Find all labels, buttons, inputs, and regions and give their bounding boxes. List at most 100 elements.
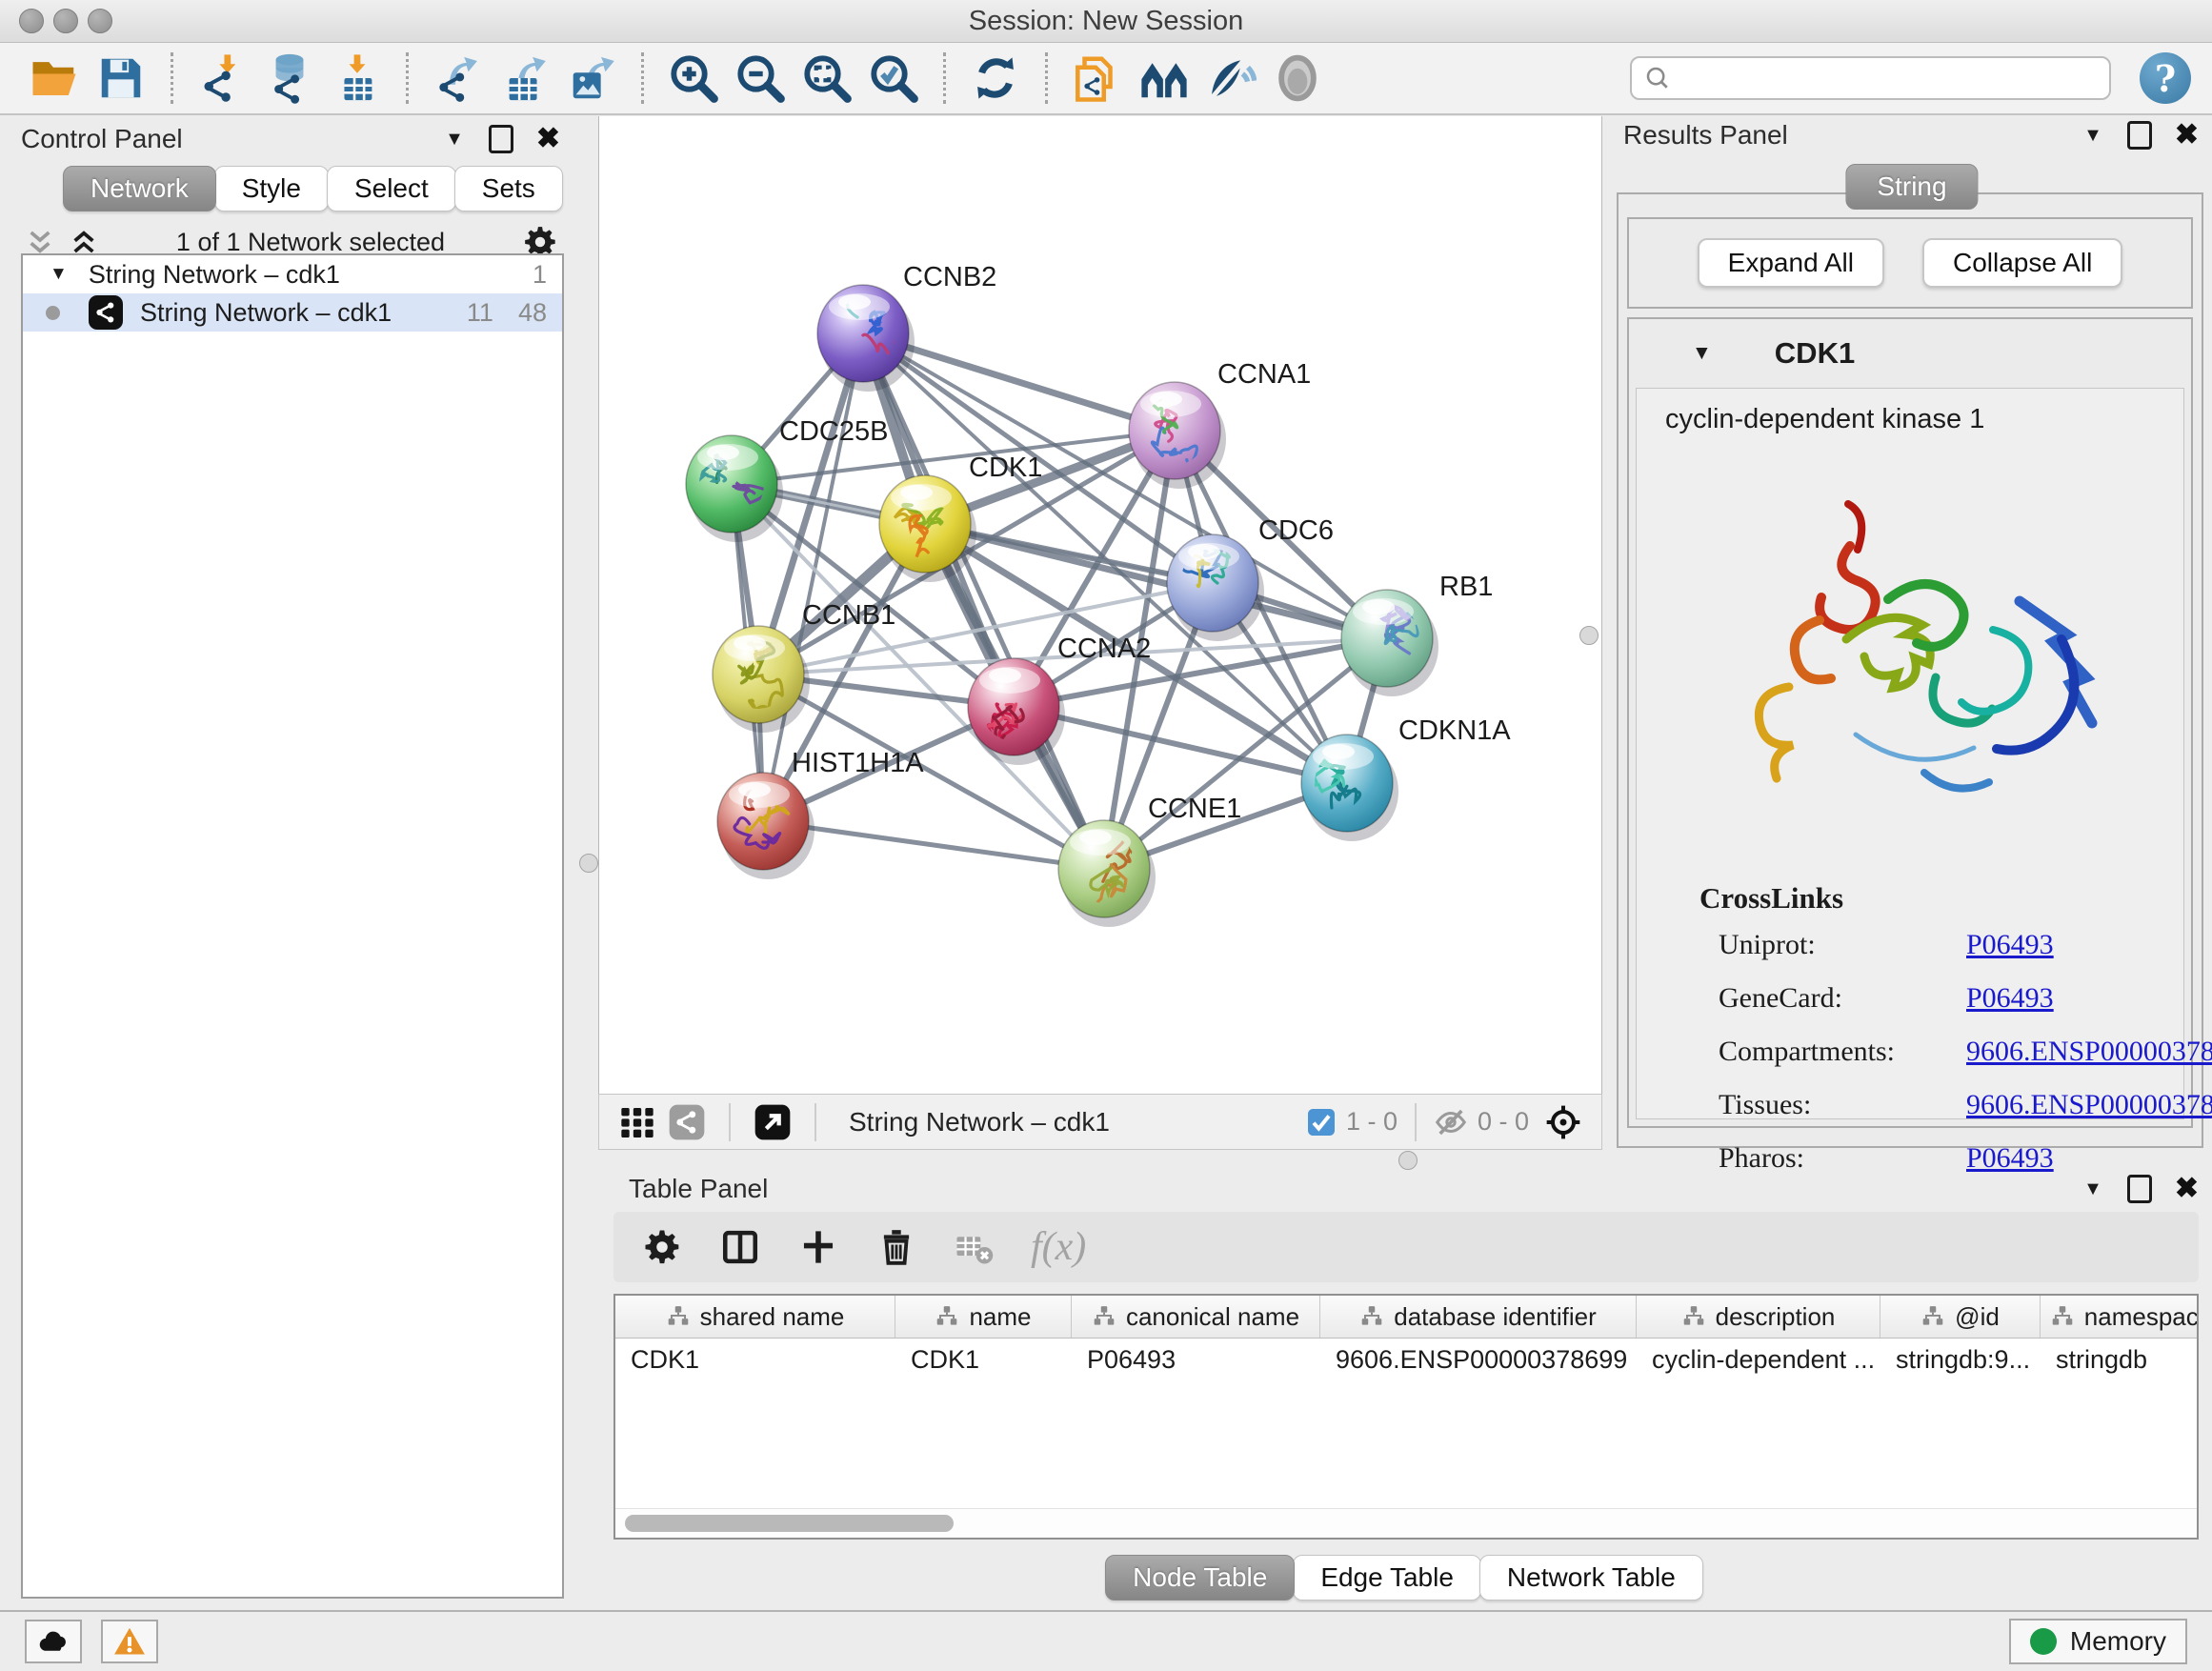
crosslink-link[interactable]: P06493 [1966, 982, 2054, 1015]
column-header-description[interactable]: description [1637, 1296, 1880, 1338]
apply-layout-button[interactable] [967, 50, 1024, 107]
tab-network-table[interactable]: Network Table [1479, 1555, 1703, 1601]
toolbar-separator [1045, 52, 1048, 104]
cell-canonical-name[interactable]: P06493 [1072, 1345, 1320, 1375]
import-network-database-button[interactable] [261, 50, 318, 107]
crosslink-link[interactable]: 9606.ENSP00000378699 [1966, 1036, 2212, 1068]
network-current-dot-icon [46, 306, 60, 320]
tab-edge-table[interactable]: Edge Table [1293, 1555, 1481, 1601]
tab-string[interactable]: String [1845, 164, 1978, 210]
zoom-fit-button[interactable] [798, 50, 855, 107]
network-collection-row[interactable]: ▼ String Network – cdk1 1 [23, 255, 562, 293]
panel-close-icon[interactable]: ✖ [536, 125, 560, 153]
network-canvas[interactable]: CCNB2CCNA1CDC25BCDK1CDC6RB1CCNB1CCNA2CDK… [599, 116, 1601, 1094]
collapse-all-button[interactable]: Collapse All [1922, 238, 2122, 288]
birdseye-toggle-button[interactable] [1542, 1101, 1584, 1143]
network-view-mode-button[interactable] [666, 1101, 708, 1143]
tab-sets[interactable]: Sets [454, 166, 563, 211]
selected-checkbox-icon[interactable] [1306, 1107, 1337, 1137]
function-builder-button[interactable]: f(x) [1031, 1224, 1086, 1270]
horizontal-scrollbar[interactable] [615, 1508, 2197, 1538]
crosslink-link[interactable]: P06493 [1966, 929, 2054, 961]
export-image-button[interactable] [563, 50, 620, 107]
column-header-namespace[interactable]: namespace [2041, 1296, 2199, 1338]
splitter-handle[interactable] [1579, 626, 1599, 645]
delete-column-button[interactable] [875, 1225, 918, 1269]
export-table-button[interactable] [496, 50, 553, 107]
network-node-CCNA1[interactable] [1129, 382, 1226, 489]
table-options-button[interactable] [640, 1225, 684, 1269]
cell-namespace[interactable]: stringdb [2041, 1345, 2199, 1375]
splitter-handle[interactable] [579, 854, 598, 873]
panel-close-icon[interactable]: ✖ [2175, 121, 2199, 150]
panel-close-icon[interactable]: ✖ [2175, 1175, 2199, 1203]
column-header-id[interactable]: @id [1880, 1296, 2041, 1338]
panel-float-icon[interactable] [2127, 1175, 2152, 1203]
column-header-database-identifier[interactable]: database identifier [1320, 1296, 1637, 1338]
network-node-RB1[interactable] [1341, 590, 1438, 696]
cell-name[interactable]: CDK1 [895, 1345, 1072, 1375]
column-header-canonical-name[interactable]: canonical name [1072, 1296, 1320, 1338]
delete-table-button[interactable] [953, 1225, 996, 1269]
tab-node-table[interactable]: Node Table [1105, 1555, 1295, 1601]
import-network-file-button[interactable] [194, 50, 251, 107]
import-table-file-button[interactable] [328, 50, 385, 107]
splitter-handle[interactable] [1398, 1151, 1418, 1170]
cloud-status-button[interactable] [25, 1620, 82, 1663]
panel-collapse-icon[interactable]: ▼ [2083, 125, 2102, 147]
titlebar: Session: New Session [0, 0, 2212, 43]
network-edge[interactable] [863, 333, 1104, 869]
cell-description[interactable]: cyclin-dependent ... [1637, 1345, 1880, 1375]
create-column-button[interactable] [796, 1225, 840, 1269]
first-neighbors-button[interactable] [1136, 50, 1193, 107]
zoom-out-button[interactable] [732, 50, 789, 107]
show-columns-button[interactable] [718, 1225, 762, 1269]
table-row[interactable]: CDK1 CDK1 P06493 9606.ENSP00000378699 cy… [615, 1339, 2197, 1380]
search-field[interactable] [1630, 56, 2111, 100]
column-header-shared-name[interactable]: shared name [615, 1296, 895, 1338]
network-node-CDC25B[interactable] [686, 435, 783, 542]
network-view[interactable]: CCNB2CCNA1CDC25BCDK1CDC6RB1CCNB1CCNA2CDK… [598, 116, 1602, 1094]
open-session-button[interactable] [26, 50, 83, 107]
cell-database-identifier[interactable]: 9606.ENSP00000378699 [1320, 1345, 1637, 1375]
panel-collapse-icon[interactable]: ▼ [445, 129, 464, 151]
memory-indicator[interactable]: Memory [2009, 1619, 2187, 1664]
warnings-button[interactable] [101, 1620, 158, 1663]
export-network-button[interactable] [430, 50, 487, 107]
entry-caret-icon[interactable]: ▼ [1692, 342, 1712, 365]
expand-all-button[interactable]: Expand All [1698, 238, 1884, 288]
network-node-CDK1[interactable] [879, 475, 976, 582]
duplicate-network-button[interactable] [1069, 50, 1126, 107]
network-row-selected[interactable]: String Network – cdk1 11 48 [23, 293, 562, 332]
node-label-HIST1H1A: HIST1H1A [792, 748, 924, 778]
search-input[interactable] [1681, 63, 2098, 94]
network-node-HIST1H1A[interactable] [717, 764, 814, 879]
zoom-selected-button[interactable] [865, 50, 922, 107]
hidden-eye-icon[interactable] [1434, 1105, 1468, 1139]
panel-collapse-icon[interactable]: ▼ [2083, 1178, 2102, 1200]
birds-eye-view-button[interactable] [1269, 50, 1326, 107]
save-session-button[interactable] [92, 50, 150, 107]
database-network-icon [264, 52, 315, 104]
crosslink-link[interactable]: 9606.ENSP00000378699 [1966, 1089, 2212, 1121]
cell-shared-name[interactable]: CDK1 [615, 1345, 895, 1375]
collection-caret-icon[interactable]: ▼ [50, 264, 68, 285]
column-header-name[interactable]: name [895, 1296, 1072, 1338]
tab-network[interactable]: Network [63, 166, 216, 211]
grid-view-button[interactable] [616, 1101, 658, 1143]
cell-id[interactable]: stringdb:9... [1880, 1345, 2041, 1375]
network-node-CDC6[interactable] [1167, 528, 1264, 641]
tab-style[interactable]: Style [214, 166, 329, 211]
panel-float-icon[interactable] [2127, 121, 2152, 150]
detach-view-button[interactable] [752, 1101, 794, 1143]
network-node-CDKN1A[interactable] [1301, 735, 1398, 841]
scrollbar-thumb[interactable] [625, 1515, 954, 1532]
zoom-in-button[interactable] [665, 50, 722, 107]
help-button[interactable]: ? [2140, 52, 2191, 104]
node-result-header[interactable]: ▼ CDK1 [1629, 319, 2191, 388]
graphics-details-button[interactable] [1202, 50, 1259, 107]
panel-float-icon[interactable] [489, 125, 513, 153]
tab-select[interactable]: Select [327, 166, 456, 211]
network-node-CCNA2[interactable] [968, 658, 1065, 765]
network-node-CCNB2[interactable] [817, 270, 915, 392]
